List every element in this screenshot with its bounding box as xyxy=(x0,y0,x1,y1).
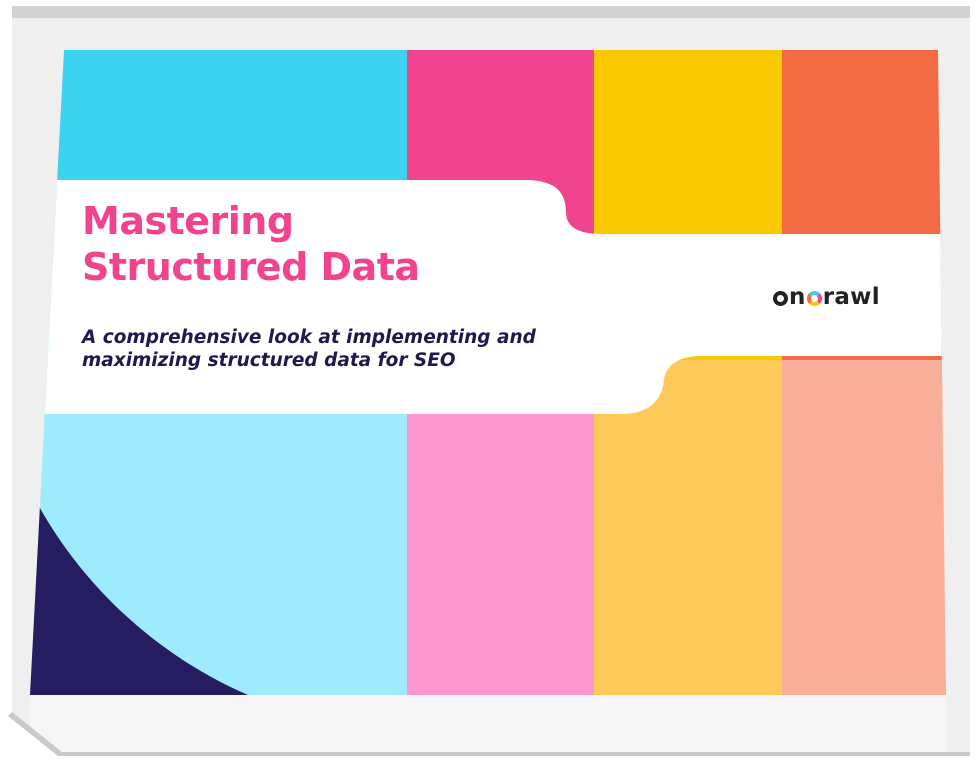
cover-subtitle-line-1: A comprehensive look at implementing and xyxy=(82,327,536,348)
product-box-illustration xyxy=(8,6,970,756)
box-top-edge xyxy=(12,6,970,18)
logo-letters-rawl: rawl xyxy=(822,284,880,310)
logo-letter-n: n xyxy=(789,284,806,310)
box-front-strip xyxy=(30,695,946,752)
cover-title-line-2: Structured Data xyxy=(82,245,420,289)
cover-title-line-1: Mastering xyxy=(82,199,294,243)
cover-subtitle: A comprehensive look at implementing and… xyxy=(82,326,536,372)
cover-title: Mastering Structured Data xyxy=(82,198,420,290)
logo-multicolor-c-icon xyxy=(806,290,822,306)
product-box-cover: Mastering Structured Data A comprehensiv… xyxy=(0,0,977,761)
logo-ring-icon xyxy=(773,290,788,306)
oncrawl-logo: n rawl xyxy=(772,283,880,311)
cover-subtitle-line-2: maximizing structured data for SEO xyxy=(82,350,456,371)
